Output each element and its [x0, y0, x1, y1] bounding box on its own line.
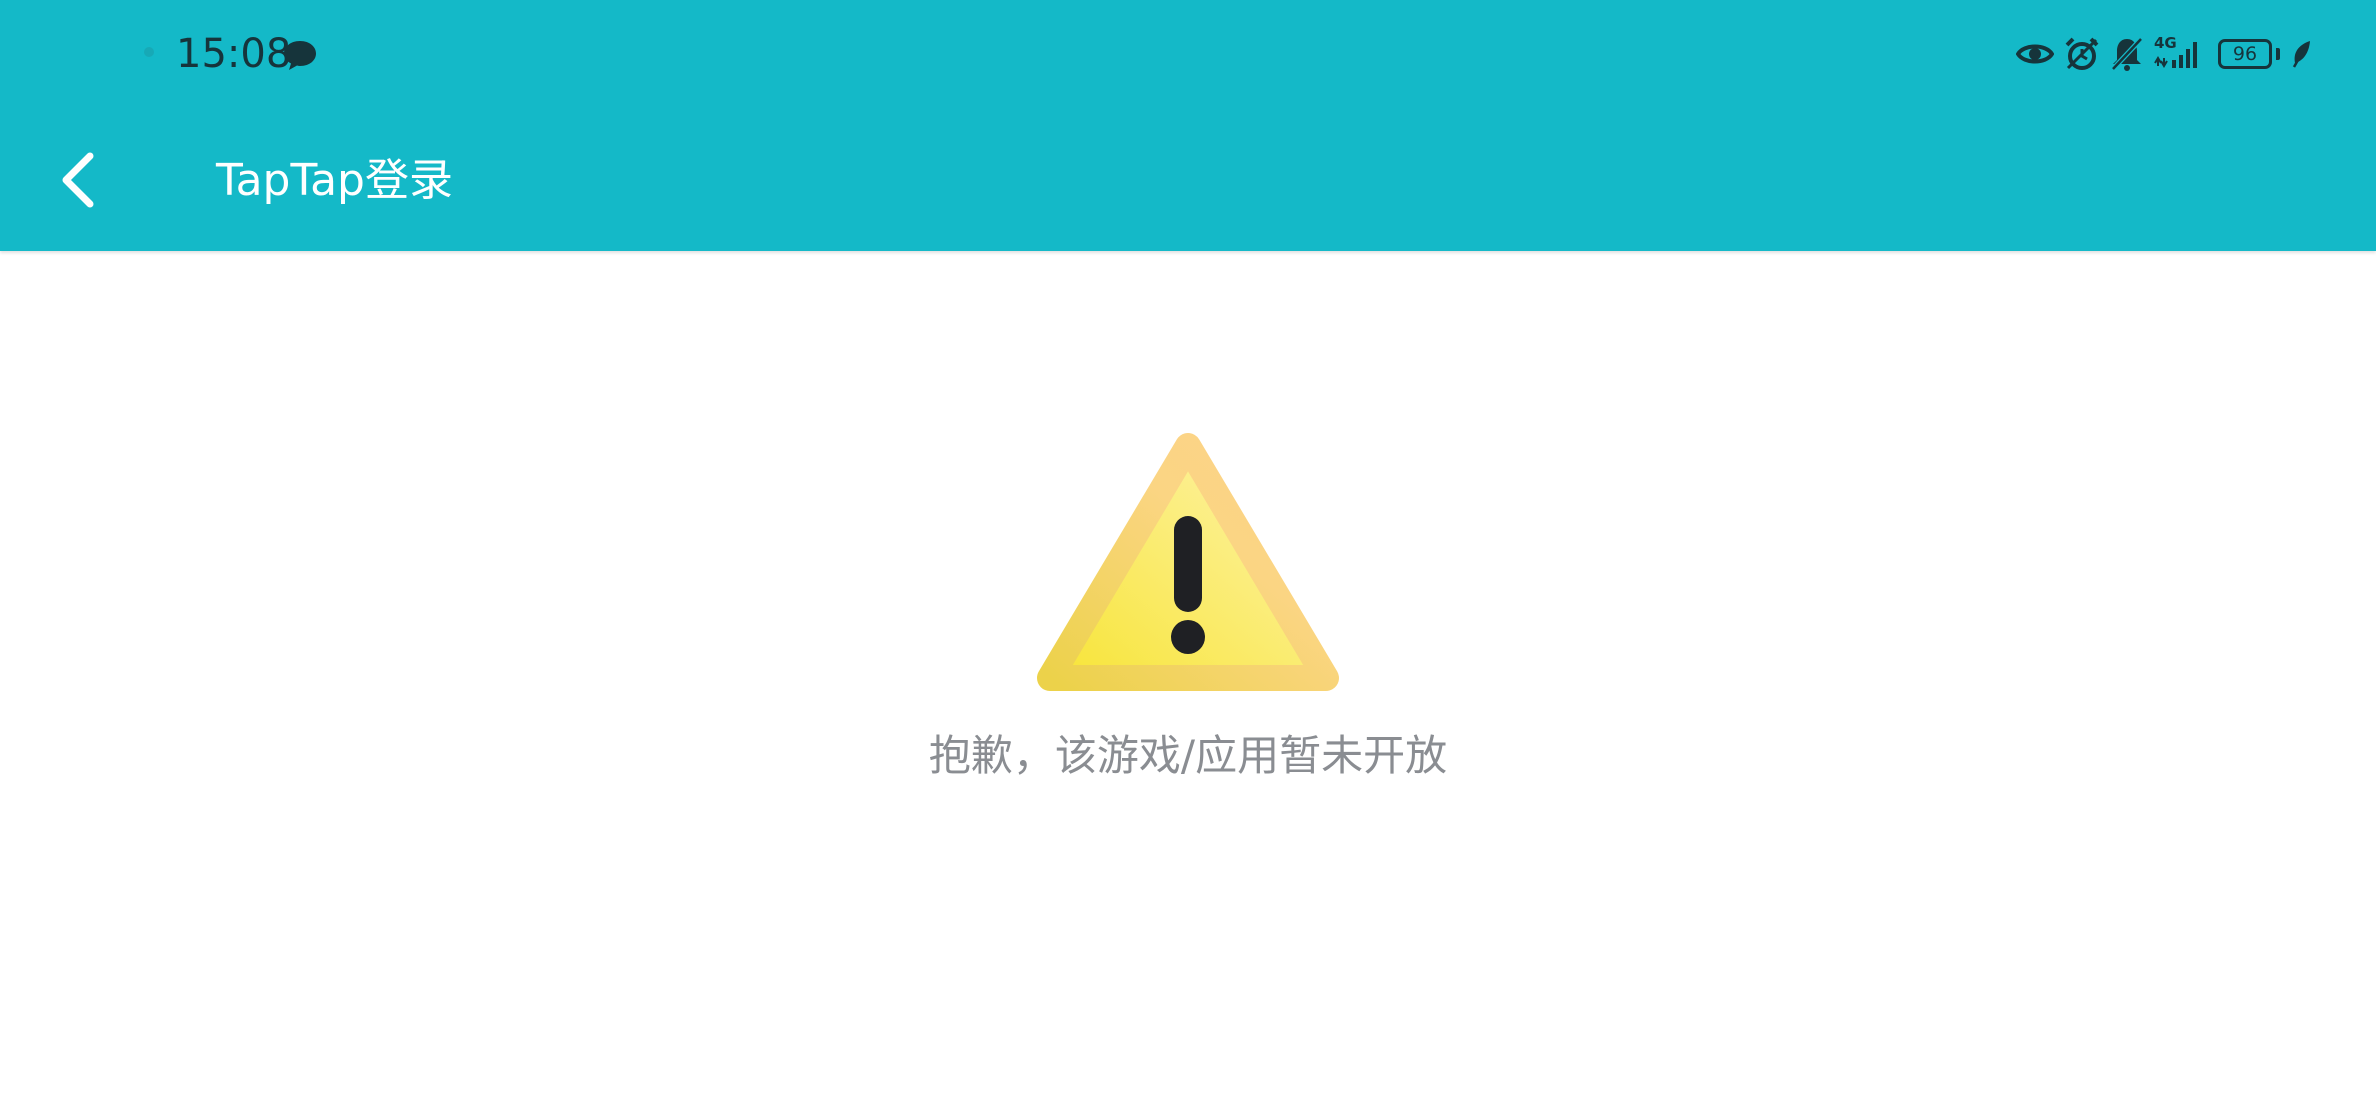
- leaf-icon: [2292, 41, 2310, 68]
- message-icon: [284, 41, 316, 70]
- signal-icon: 4G: [2154, 34, 2204, 72]
- warning-icon: [1037, 433, 1339, 691]
- back-button[interactable]: [50, 146, 110, 214]
- battery-tip: [2276, 48, 2280, 60]
- notification-dot: [144, 47, 154, 57]
- page: 15:08 4G 96 TapTap登录 抱歉，该游戏/应用暂未开放: [0, 0, 2376, 1104]
- alarm-icon: [2065, 37, 2099, 70]
- page-title: TapTap登录: [216, 155, 453, 206]
- status-bar: 15:08 4G 96: [0, 0, 2376, 110]
- status-icons: 4G 96: [2016, 34, 2314, 74]
- status-time: 15:08: [176, 31, 292, 77]
- battery-icon: 96: [2218, 39, 2272, 69]
- eye-icon: [2016, 44, 2054, 64]
- error-message: 抱歉，该游戏/应用暂未开放: [928, 731, 1448, 780]
- app-header: 15:08 4G 96 TapTap登录: [0, 0, 2376, 251]
- chevron-left-icon: [62, 152, 94, 208]
- battery-level: 96: [2232, 43, 2258, 65]
- bell-off-icon: [2111, 37, 2143, 71]
